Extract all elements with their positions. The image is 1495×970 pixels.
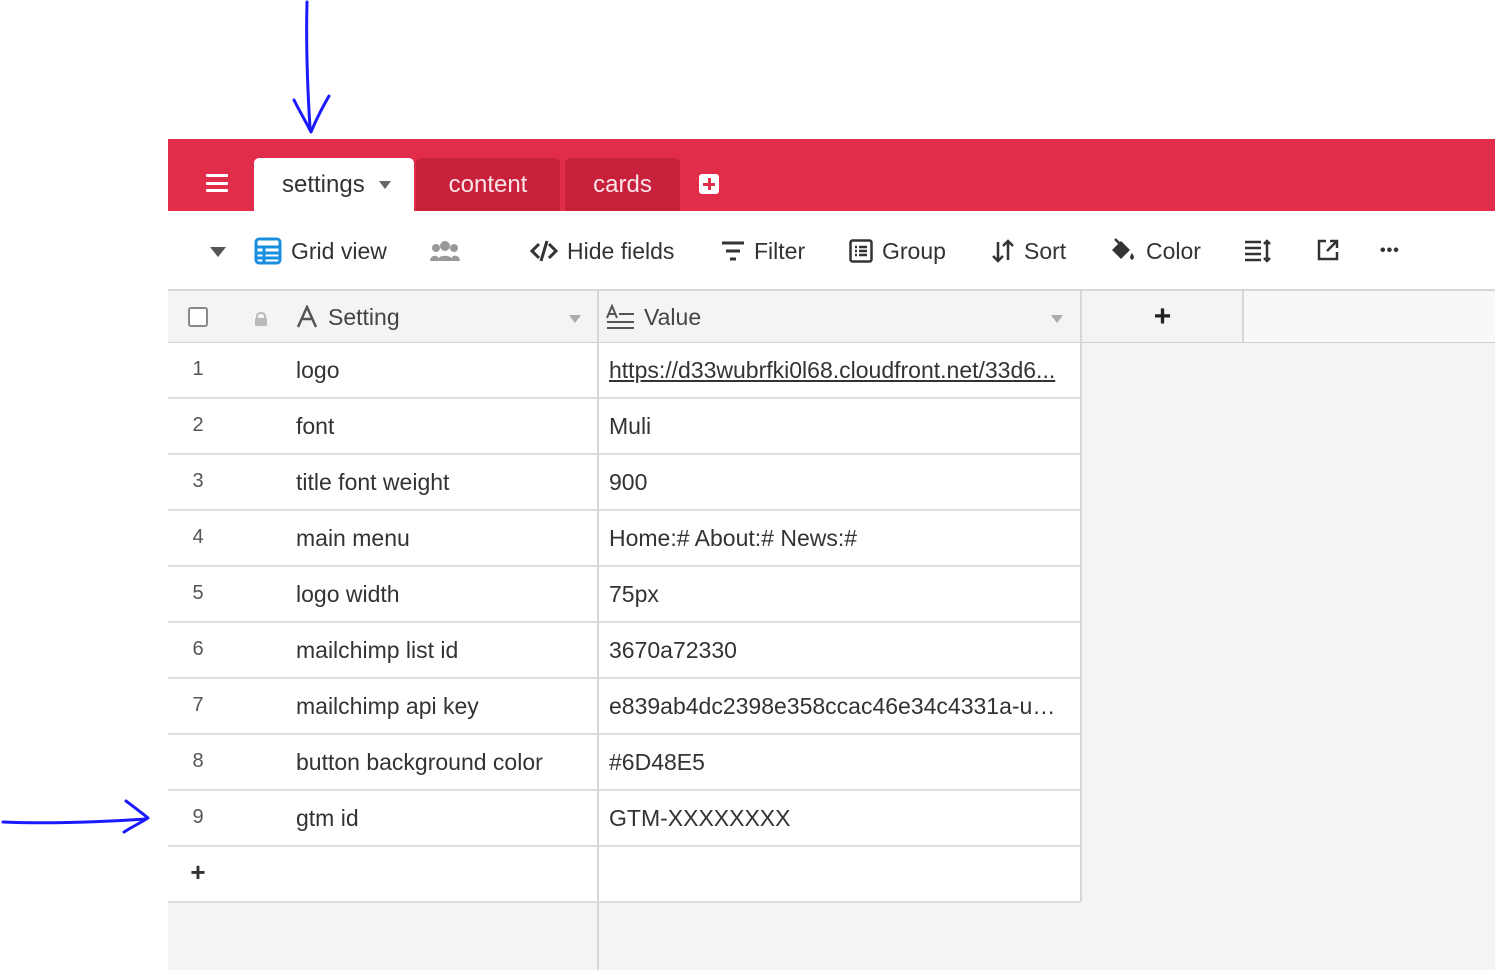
lock-icon: [254, 311, 268, 332]
value-cell[interactable]: https://d33wubrfki0l68.cloudfront.net/33…: [609, 357, 1064, 384]
table-row[interactable]: 9 gtm id GTM-XXXXXXXX: [168, 791, 1081, 847]
paint-bucket-icon: [1112, 238, 1134, 260]
row-number: 7: [192, 694, 204, 716]
setting-cell[interactable]: logo width: [296, 581, 400, 608]
group-button[interactable]: Group: [849, 233, 946, 269]
select-all-cell: [168, 291, 228, 343]
column-header-value[interactable]: Value: [606, 291, 1056, 343]
value-cell[interactable]: #6D48E5: [609, 749, 1064, 776]
value-cell[interactable]: GTM-XXXXXXXX: [609, 805, 1064, 832]
view-switcher[interactable]: Grid view: [254, 233, 387, 269]
column-divider: [597, 289, 599, 970]
table-row[interactable]: 6 mailchimp list id 3670a72330: [168, 623, 1081, 679]
tab-label: content: [448, 170, 528, 198]
menu-icon[interactable]: [206, 174, 228, 192]
color-button[interactable]: Color: [1109, 233, 1201, 269]
table-row[interactable]: 3 title font weight 900: [168, 455, 1081, 511]
row-number: 8: [192, 750, 204, 772]
row-number: 6: [192, 638, 204, 660]
table-row[interactable]: 1 logo https://d33wubrfki0l68.cloudfront.n…: [168, 343, 1081, 399]
group-icon: [849, 239, 873, 263]
row-number: 4: [192, 526, 204, 548]
table-row[interactable]: 4 main menu Home:# About:# News:#: [168, 511, 1081, 567]
setting-cell[interactable]: main menu: [296, 525, 410, 552]
add-icon: +: [1153, 300, 1172, 333]
chevron-down-icon[interactable]: [569, 315, 581, 323]
more-options-button[interactable]: •••: [1380, 233, 1400, 269]
sort-label: Sort: [1024, 237, 1067, 264]
column-divider: [1080, 289, 1082, 901]
tab-settings[interactable]: settings: [254, 158, 414, 211]
sort-button[interactable]: Sort: [991, 233, 1066, 269]
color-label: Color: [1146, 237, 1201, 264]
add-row-button[interactable]: +: [168, 847, 1081, 903]
setting-cell[interactable]: button background color: [296, 749, 543, 776]
value-cell[interactable]: Home:# About:# News:#: [609, 525, 1064, 552]
row-number: 9: [192, 806, 204, 828]
add-column-button[interactable]: +: [1082, 291, 1243, 343]
value-cell[interactable]: 3670a72330: [609, 637, 1064, 664]
grid-area: Setting Value + 1 logo https://d33wubrfki0…: [168, 289, 1495, 970]
value-cell[interactable]: Muli: [609, 413, 1064, 440]
long-text-icon: [606, 304, 634, 329]
filter-label: Filter: [754, 237, 806, 264]
column-name: Value: [644, 303, 702, 330]
table-row[interactable]: 7 mailchimp api key e839ab4dc2398e358ccac4…: [168, 679, 1081, 735]
column-name: Setting: [328, 303, 400, 330]
annotation-arrow-right: [1, 799, 150, 834]
row-number: 3: [192, 470, 204, 492]
filter-icon: [722, 241, 744, 261]
grid-rows: 1 logo https://d33wubrfki0l68.cloudfront.n…: [168, 343, 1081, 903]
filter-button[interactable]: Filter: [721, 233, 805, 269]
setting-cell[interactable]: gtm id: [296, 805, 359, 832]
group-label: Group: [882, 237, 946, 264]
hide-fields-button[interactable]: Hide fields: [530, 233, 674, 269]
sort-icon: [992, 239, 1014, 263]
collaborators-icon[interactable]: [430, 239, 460, 268]
value-cell[interactable]: 75px: [609, 581, 1064, 608]
tab-label: settings: [282, 170, 365, 198]
column-divider: [1242, 289, 1244, 343]
base-header: settings content cards: [168, 139, 1495, 211]
setting-cell[interactable]: mailchimp list id: [296, 637, 458, 664]
row-number: 1: [192, 358, 204, 380]
hide-fields-label: Hide fields: [567, 237, 675, 264]
view-name: Grid view: [291, 237, 387, 264]
hide-fields-icon: [530, 240, 558, 262]
chevron-down-icon[interactable]: [378, 180, 391, 189]
grid-view-icon: [254, 237, 282, 265]
value-cell[interactable]: e839ab4dc2398e358ccac46e34c4331a-us10: [609, 693, 1064, 720]
column-header-setting[interactable]: Setting: [296, 291, 596, 343]
table-row[interactable]: 8 button background color #6D48E5: [168, 735, 1081, 791]
row-height-icon[interactable]: [1244, 239, 1272, 268]
tab-content[interactable]: content: [416, 158, 560, 211]
select-all-checkbox[interactable]: [188, 307, 208, 327]
tab-label: cards: [593, 170, 652, 198]
header-blank: [1243, 289, 1495, 343]
setting-cell[interactable]: title font weight: [296, 469, 449, 496]
view-toolbar: Grid view Hide fields Filter Group Sort …: [168, 211, 1495, 289]
row-number: 2: [192, 414, 204, 436]
annotation-arrow-down: [292, 0, 331, 134]
text-field-icon: [296, 305, 318, 328]
add-row-icon: +: [190, 857, 206, 887]
setting-cell[interactable]: font: [296, 413, 334, 440]
setting-cell[interactable]: logo: [296, 357, 339, 384]
share-view-icon[interactable]: [1316, 238, 1340, 267]
setting-cell[interactable]: mailchimp api key: [296, 693, 479, 720]
chevron-down-icon[interactable]: [1051, 315, 1063, 323]
table-row[interactable]: 2 font Muli: [168, 399, 1081, 455]
table-row[interactable]: 5 logo width 75px: [168, 567, 1081, 623]
row-number: 5: [192, 582, 204, 604]
add-table-icon[interactable]: [699, 174, 719, 194]
views-toggle-icon[interactable]: [210, 247, 226, 257]
more-icon: •••: [1380, 242, 1400, 259]
value-cell[interactable]: 900: [609, 469, 1064, 496]
tab-cards[interactable]: cards: [565, 158, 680, 211]
